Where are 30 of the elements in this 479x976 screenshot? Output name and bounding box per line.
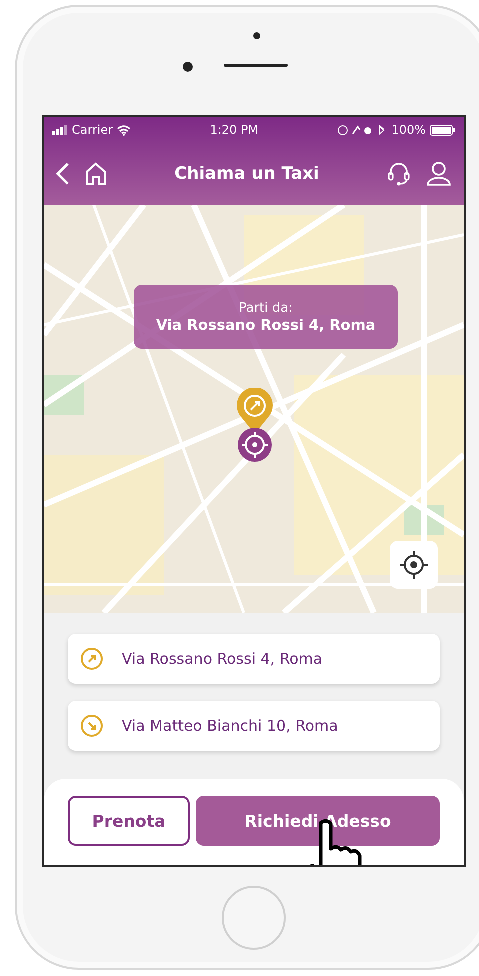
crosshair-icon [398,549,430,581]
signal-icon [52,125,68,135]
target-marker-icon [237,427,273,463]
outward-arrow-circle-icon [80,647,104,671]
wifi-icon [117,124,132,136]
address-text: Via Matteo Bianchi 10, Roma [122,717,338,735]
status-time: 1:20 PM [210,123,259,137]
inward-arrow-circle-icon [80,714,104,738]
address-field[interactable]: Via Matteo Bianchi 10, Roma [68,701,440,751]
battery-percent: 100% [392,123,426,137]
callout-label: Parti da: [238,300,293,316]
back-button[interactable] [56,162,70,186]
screen-title: Chiama un Taxi [174,164,320,184]
back-chevron-icon [56,162,70,186]
profile-button[interactable] [426,161,452,187]
speaker-dot-icon [253,32,261,40]
home-icon [84,162,108,186]
book-button[interactable]: Prenota [68,796,190,846]
support-button[interactable] [386,161,412,187]
earpiece-icon [224,64,288,68]
home-button[interactable] [84,162,108,186]
camera-dot-icon [182,61,194,73]
headset-icon [386,161,412,187]
locate-button[interactable] [390,541,438,589]
callout-address: Via Rossano Rossi 4, Roma [156,318,376,334]
address-field[interactable]: Via Rossano Rossi 4, Roma [68,634,440,684]
user-icon [426,161,452,187]
battery-icon [430,124,456,136]
address-text: Via Rossano Rossi 4, Roma [122,650,323,668]
carrier-text: Carrier [72,123,114,137]
